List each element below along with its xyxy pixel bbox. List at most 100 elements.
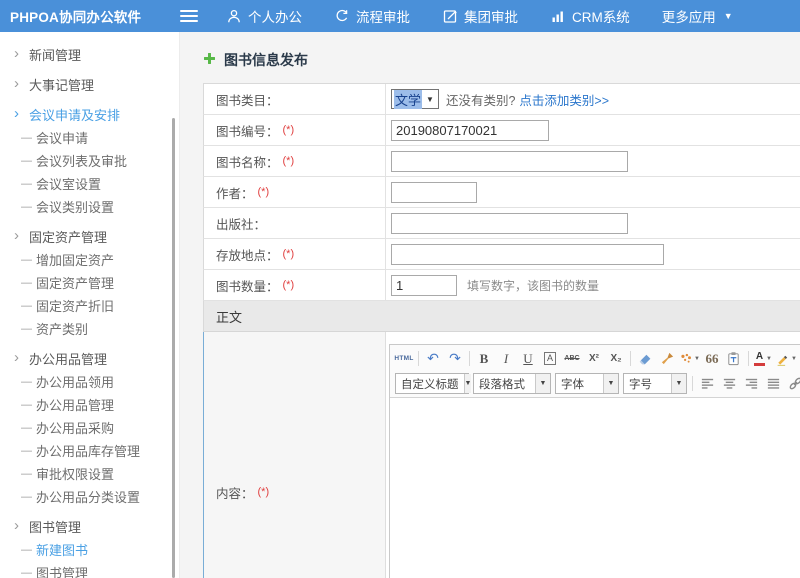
format-brush-icon[interactable] — [657, 349, 677, 369]
book-code-input[interactable] — [391, 120, 549, 141]
form-row-content: 内容： (*) HTML ↶ ↷ B — [203, 332, 800, 578]
sidebar-item-supplies-manage[interactable]: — 办公用品管理 — [0, 393, 179, 416]
font-family-select[interactable]: 字体 ▼ — [555, 373, 619, 394]
nav-group-approval[interactable]: 集团审批 — [442, 6, 518, 26]
form-row-code: 图书编号： (*) — [203, 115, 800, 146]
align-justify-icon[interactable] — [763, 374, 783, 394]
sidebar-section-meeting[interactable]: › 会议申请及安排 — [0, 103, 179, 126]
group-approval-icon — [442, 8, 458, 24]
font-color-button[interactable]: A ▼ — [753, 349, 773, 369]
sidebar-item-supplies-purchase[interactable]: — 办公用品采购 — [0, 416, 179, 439]
align-left-icon[interactable] — [697, 374, 717, 394]
chevron-right-icon: › — [14, 76, 29, 91]
sidebar-item-book-manage[interactable]: — 图书管理 — [0, 561, 179, 578]
dash-icon: — — [21, 544, 36, 556]
custom-title-select[interactable]: 自定义标题 ▼ — [395, 373, 469, 394]
sidebar-item-approval-permission[interactable]: — 审批权限设置 — [0, 462, 179, 485]
align-center-icon[interactable] — [719, 374, 739, 394]
page-title-row: 图书信息发布 — [203, 50, 800, 70]
sidebar-section-news[interactable]: › 新闻管理 — [0, 43, 179, 66]
add-category-link[interactable]: 点击添加类别>> — [519, 90, 609, 109]
author-input[interactable] — [391, 182, 477, 203]
category-question-text: 还没有类别? — [446, 90, 515, 109]
underline-button[interactable]: U — [518, 349, 538, 369]
required-mark: (*) — [283, 248, 295, 260]
dash-icon: — — [21, 300, 36, 312]
required-mark: (*) — [258, 486, 270, 498]
subscript-button[interactable]: X₂ — [606, 349, 626, 369]
sidebar-item-meeting-category[interactable]: — 会议类别设置 — [0, 195, 179, 218]
editor-content-area[interactable] — [390, 398, 800, 578]
paste-text-icon[interactable] — [724, 349, 744, 369]
bold-button[interactable]: B — [474, 349, 494, 369]
blockquote-button[interactable]: 66 — [702, 349, 722, 369]
font-size-select[interactable]: 字号 ▼ — [623, 373, 687, 394]
caret-down-icon: ▼ — [603, 374, 618, 393]
location-input[interactable] — [391, 244, 664, 265]
sidebar-item-meeting-list[interactable]: — 会议列表及审批 — [0, 149, 179, 172]
font-border-button[interactable]: A — [544, 352, 556, 365]
link-icon[interactable] — [785, 374, 800, 394]
sidebar-section-assets[interactable]: › 固定资产管理 — [0, 225, 179, 248]
sidebar-item-asset-add[interactable]: — 增加固定资产 — [0, 248, 179, 271]
sidebar-item-supplies-category[interactable]: — 办公用品分类设置 — [0, 485, 179, 508]
source-code-button[interactable]: HTML — [394, 349, 414, 369]
dash-icon: — — [21, 132, 36, 144]
rich-text-editor: HTML ↶ ↷ B I U A ABC X² — [389, 344, 800, 578]
paragraph-format-select[interactable]: 段落格式 ▼ — [473, 373, 551, 394]
header-nav: 个人办公 流程审批 集团审批 CRM系统 更多应用 — [226, 6, 733, 26]
phpoa-app-window: PHPOA协同办公软件 个人办公 流程审批 集团审批 — [0, 0, 800, 578]
superscript-button[interactable]: X² — [584, 349, 604, 369]
chevron-right-icon: › — [14, 228, 29, 243]
nav-personal-office[interactable]: 个人办公 — [226, 6, 302, 26]
sidebar-item-asset-manage[interactable]: — 固定资产管理 — [0, 271, 179, 294]
sidebar-item-asset-category[interactable]: — 资产类别 — [0, 317, 179, 340]
strikethrough-button[interactable]: ABC — [562, 349, 582, 369]
chevron-right-icon: › — [14, 350, 29, 365]
sidebar-scrollbar[interactable] — [172, 118, 175, 578]
align-right-icon[interactable] — [741, 374, 761, 394]
sidebar-section-events[interactable]: › 大事记管理 — [0, 73, 179, 96]
eraser-icon[interactable] — [635, 349, 655, 369]
italic-button[interactable]: I — [496, 349, 516, 369]
sidebar-item-supplies-use[interactable]: — 办公用品领用 — [0, 370, 179, 393]
redo-icon[interactable]: ↷ — [445, 349, 465, 369]
form-row-name: 图书名称： (*) — [203, 146, 800, 177]
nav-more-apps[interactable]: 更多应用 ▼ — [662, 6, 733, 26]
sidebar-item-book-new[interactable]: — 新建图书 — [0, 538, 179, 561]
sidebar-item-supplies-inventory[interactable]: — 办公用品库存管理 — [0, 439, 179, 462]
book-form: 图书类目： 文学 ▼ 还没有类别? 点击添加类别>> 图书编号： (*) — [203, 83, 800, 578]
publisher-label: 出版社： — [216, 214, 266, 233]
nav-flow-approval[interactable]: 流程审批 — [334, 6, 410, 26]
dash-icon: — — [21, 567, 36, 578]
required-mark: (*) — [258, 186, 270, 198]
quantity-input[interactable] — [391, 275, 457, 296]
sidebar-menu: › 新闻管理 › 大事记管理 › 会议申请及安排 — 会议申请 — 会议列表及审… — [0, 32, 180, 578]
form-row-publisher: 出版社： — [203, 208, 800, 239]
highlight-pen-icon[interactable]: ▼ — [775, 349, 797, 369]
dash-icon: — — [21, 422, 36, 434]
main-content: 图书信息发布 图书类目： 文学 ▼ 还没有类别? 点击添加类别>> 图书编号： … — [180, 32, 800, 578]
sidebar-section-books[interactable]: › 图书管理 — [0, 515, 179, 538]
sidebar-item-meeting-room[interactable]: — 会议室设置 — [0, 172, 179, 195]
chevron-right-icon: › — [14, 518, 29, 533]
app-logo: PHPOA协同办公软件 — [0, 6, 180, 26]
category-select[interactable]: 文学 ▼ — [391, 89, 439, 109]
sidebar-section-supplies[interactable]: › 办公用品管理 — [0, 347, 179, 370]
publisher-input[interactable] — [391, 213, 628, 234]
autotypeset-icon[interactable]: ▼ — [679, 349, 700, 369]
plus-icon — [203, 52, 216, 68]
dash-icon: — — [21, 155, 36, 167]
code-label: 图书编号： — [216, 121, 279, 140]
crm-chart-icon — [550, 8, 566, 24]
sidebar-item-meeting-apply[interactable]: — 会议申请 — [0, 126, 179, 149]
quantity-label: 图书数量： — [216, 276, 279, 295]
nav-crm-system[interactable]: CRM系统 — [550, 6, 630, 26]
sidebar-item-asset-depreciation[interactable]: — 固定资产折旧 — [0, 294, 179, 317]
form-row-quantity: 图书数量： (*) 填写数字，该图书的数量 — [203, 270, 800, 301]
chevron-right-icon: › — [14, 106, 29, 121]
dash-icon: — — [21, 491, 36, 503]
menu-hamburger-icon[interactable] — [180, 8, 198, 24]
book-name-input[interactable] — [391, 151, 628, 172]
undo-icon[interactable]: ↶ — [423, 349, 443, 369]
